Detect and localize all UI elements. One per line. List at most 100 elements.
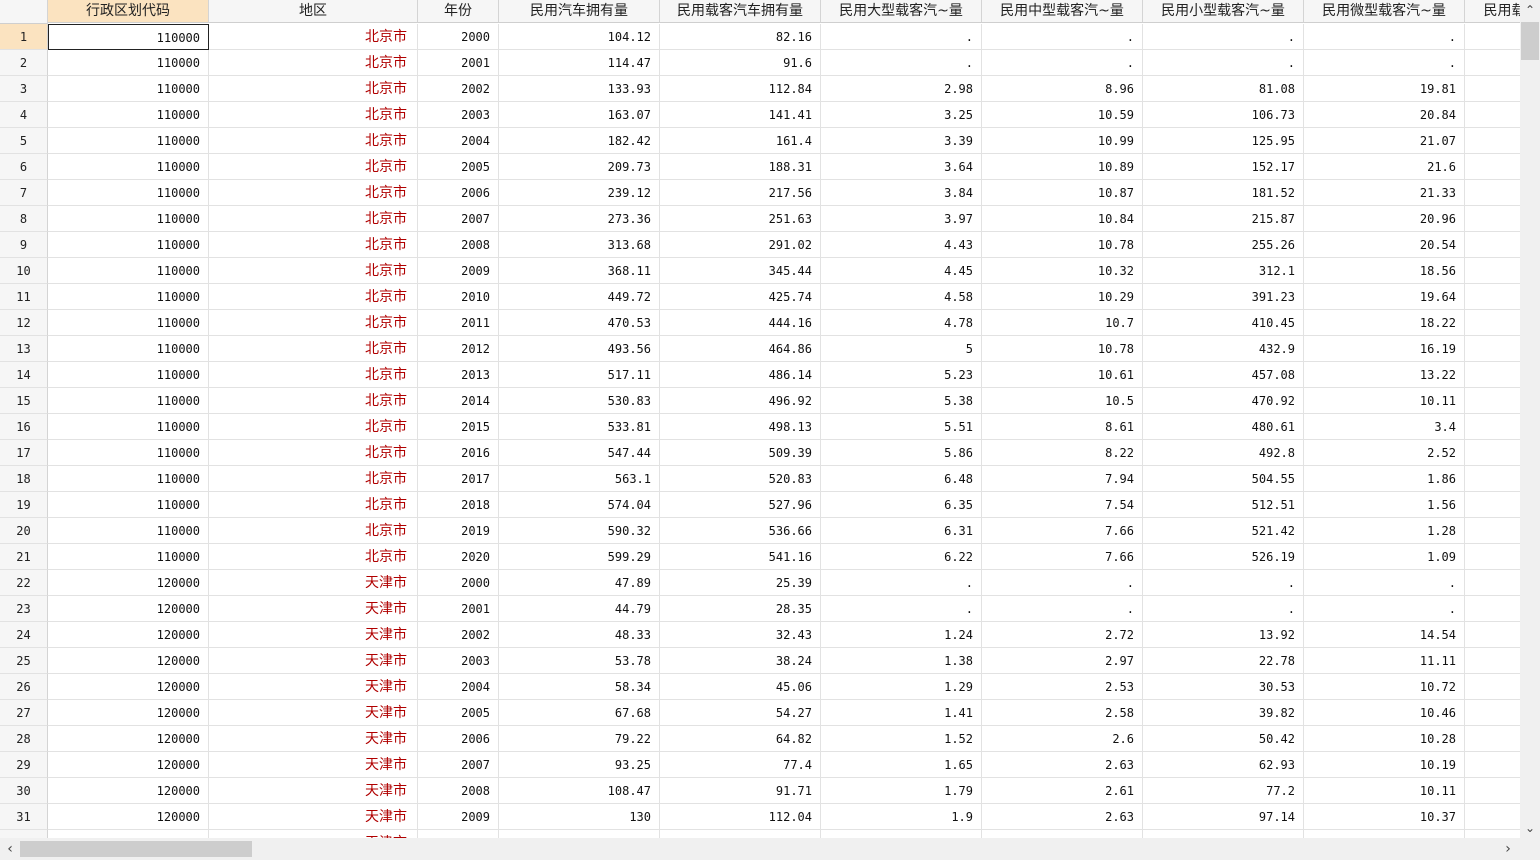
column-header[interactable]: 民用汽车拥有量 [499, 0, 660, 23]
data-cell[interactable]: 1.09 [1304, 544, 1465, 570]
row-number[interactable]: 21 [0, 544, 48, 570]
data-cell[interactable] [1465, 804, 1520, 830]
data-cell[interactable]: 110000 [48, 128, 209, 154]
data-cell[interactable]: 82.16 [660, 24, 821, 50]
data-cell[interactable] [1465, 492, 1520, 518]
data-cell[interactable]: 110000 [48, 24, 209, 50]
region-cell[interactable]: 天津市 [209, 596, 418, 622]
row-number[interactable]: 12 [0, 310, 48, 336]
data-cell[interactable] [821, 830, 982, 838]
region-cell[interactable]: 北京市 [209, 492, 418, 518]
data-cell[interactable]: 215.87 [1143, 206, 1304, 232]
data-cell[interactable]: 110000 [48, 544, 209, 570]
data-cell[interactable]: 10.19 [1304, 752, 1465, 778]
data-cell[interactable]: 58.34 [499, 674, 660, 700]
data-cell[interactable] [418, 830, 499, 838]
data-cell[interactable]: 67.68 [499, 700, 660, 726]
data-cell[interactable]: 2009 [418, 258, 499, 284]
data-cell[interactable] [1465, 258, 1520, 284]
data-cell[interactable]: 345.44 [660, 258, 821, 284]
column-header[interactable]: 民用大型载客汽~量 [821, 0, 982, 23]
data-cell[interactable]: 8.96 [982, 76, 1143, 102]
data-cell[interactable]: 2.53 [982, 674, 1143, 700]
data-cell[interactable]: 457.08 [1143, 362, 1304, 388]
data-cell[interactable]: 5 [821, 336, 982, 362]
data-cell[interactable]: 77.2 [1143, 778, 1304, 804]
data-cell[interactable]: 110000 [48, 362, 209, 388]
horizontal-scrollbar[interactable]: ‹ › [0, 838, 1520, 860]
data-cell[interactable]: 10.84 [982, 206, 1143, 232]
data-cell[interactable]: 3.97 [821, 206, 982, 232]
data-cell[interactable]: 5.23 [821, 362, 982, 388]
data-cell[interactable]: 21.6 [1304, 154, 1465, 180]
data-cell[interactable] [1465, 830, 1520, 838]
data-cell[interactable]: 188.31 [660, 154, 821, 180]
column-header[interactable]: 民用中型载客汽~量 [982, 0, 1143, 23]
data-cell[interactable]: 4.43 [821, 232, 982, 258]
data-cell[interactable]: 10.11 [1304, 778, 1465, 804]
data-cell[interactable] [1465, 76, 1520, 102]
data-cell[interactable]: 2000 [418, 570, 499, 596]
data-cell[interactable]: 7.66 [982, 544, 1143, 570]
vertical-scrollbar[interactable]: ⌃ ⌄ [1520, 0, 1540, 838]
row-number[interactable]: 11 [0, 284, 48, 310]
data-cell[interactable]: 2011 [418, 310, 499, 336]
data-cell[interactable]: 110000 [48, 414, 209, 440]
data-cell[interactable]: 251.63 [660, 206, 821, 232]
data-cell[interactable]: 312.1 [1143, 258, 1304, 284]
data-cell[interactable]: 255.26 [1143, 232, 1304, 258]
data-cell[interactable]: 493.56 [499, 336, 660, 362]
data-cell[interactable]: . [821, 570, 982, 596]
data-cell[interactable]: 93.25 [499, 752, 660, 778]
data-cell[interactable]: 120000 [48, 804, 209, 830]
data-cell[interactable]: 10.28 [1304, 726, 1465, 752]
data-cell[interactable]: 599.29 [499, 544, 660, 570]
row-number[interactable]: 8 [0, 206, 48, 232]
column-header[interactable]: 民用载 [1465, 0, 1520, 23]
data-cell[interactable] [1465, 466, 1520, 492]
data-cell[interactable]: 2016 [418, 440, 499, 466]
data-cell[interactable]: 114.47 [499, 50, 660, 76]
data-cell[interactable]: 19.81 [1304, 76, 1465, 102]
data-cell[interactable]: 120000 [48, 726, 209, 752]
data-cell[interactable]: 110000 [48, 284, 209, 310]
data-cell[interactable]: . [982, 24, 1143, 50]
row-number[interactable]: 28 [0, 726, 48, 752]
data-cell[interactable]: 182.42 [499, 128, 660, 154]
data-cell[interactable]: 11.11 [1304, 648, 1465, 674]
data-cell[interactable]: 28.35 [660, 596, 821, 622]
row-number[interactable]: 7 [0, 180, 48, 206]
data-cell[interactable]: 533.81 [499, 414, 660, 440]
data-cell[interactable]: 20.54 [1304, 232, 1465, 258]
data-cell[interactable]: 2020 [418, 544, 499, 570]
data-cell[interactable]: 16.19 [1304, 336, 1465, 362]
region-cell[interactable]: 北京市 [209, 24, 418, 50]
region-cell[interactable]: 北京市 [209, 206, 418, 232]
data-cell[interactable] [48, 830, 209, 838]
scroll-down-icon[interactable]: ⌄ [1520, 818, 1540, 838]
data-cell[interactable]: 110000 [48, 466, 209, 492]
row-number[interactable]: 20 [0, 518, 48, 544]
row-number[interactable]: 27 [0, 700, 48, 726]
data-cell[interactable]: . [982, 570, 1143, 596]
data-cell[interactable]: 13.92 [1143, 622, 1304, 648]
data-cell[interactable] [1465, 570, 1520, 596]
data-cell[interactable]: 470.53 [499, 310, 660, 336]
region-cell[interactable]: 北京市 [209, 310, 418, 336]
data-cell[interactable]: 53.78 [499, 648, 660, 674]
data-cell[interactable]: 6.22 [821, 544, 982, 570]
data-cell[interactable]: 21.33 [1304, 180, 1465, 206]
data-cell[interactable]: 217.56 [660, 180, 821, 206]
row-number[interactable]: 29 [0, 752, 48, 778]
data-cell[interactable]: 3.4 [1304, 414, 1465, 440]
data-cell[interactable]: 32.43 [660, 622, 821, 648]
data-cell[interactable]: 120000 [48, 700, 209, 726]
data-cell[interactable] [1465, 518, 1520, 544]
region-cell[interactable]: 天津市 [209, 674, 418, 700]
data-cell[interactable] [1465, 336, 1520, 362]
data-cell[interactable]: 20.96 [1304, 206, 1465, 232]
data-cell[interactable]: 2008 [418, 232, 499, 258]
region-cell[interactable]: 天津市 [209, 830, 418, 838]
scroll-up-icon[interactable]: ⌃ [1520, 0, 1540, 20]
data-cell[interactable]: 2002 [418, 622, 499, 648]
